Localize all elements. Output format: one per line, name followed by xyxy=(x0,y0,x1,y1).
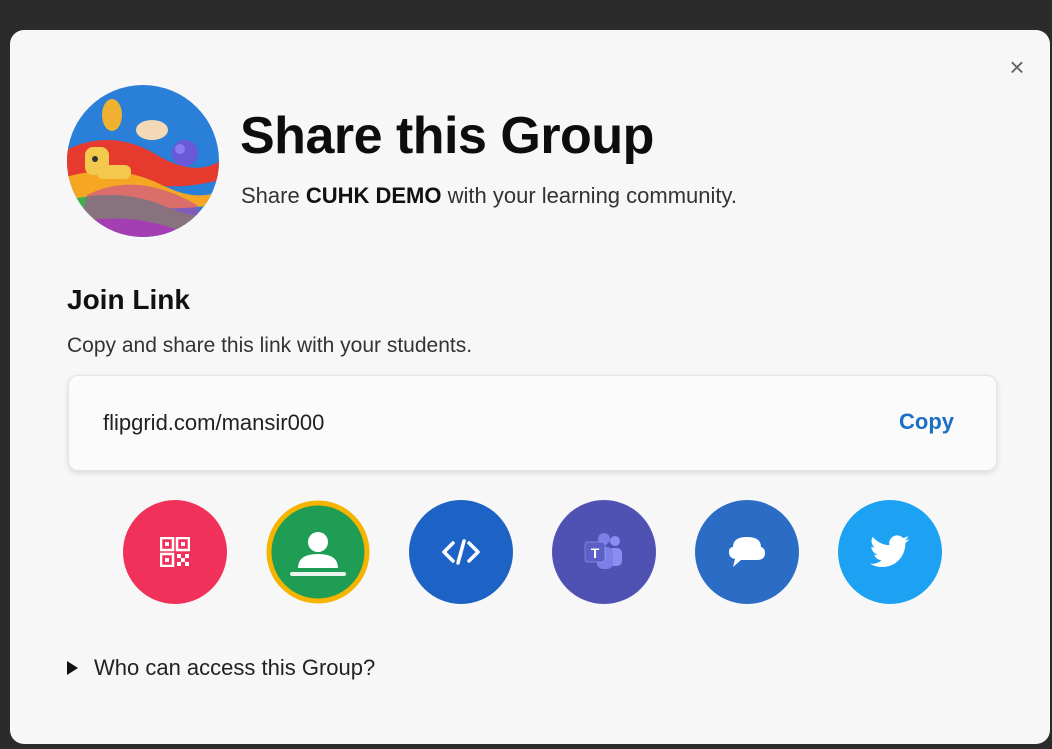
dialog-title: Share this Group xyxy=(240,107,654,165)
close-button[interactable]: × xyxy=(996,46,1038,88)
share-twitter-button[interactable] xyxy=(838,500,942,604)
share-google-classroom-button[interactable] xyxy=(266,500,370,604)
google-classroom-icon xyxy=(266,500,370,604)
access-disclosure-toggle[interactable]: Who can access this Group? xyxy=(67,655,375,681)
svg-text:T: T xyxy=(591,545,600,561)
share-microsoft-teams-button[interactable]: T xyxy=(552,500,656,604)
microsoft-teams-icon: T xyxy=(584,533,622,569)
twitter-icon xyxy=(870,535,910,567)
group-name: CUHK DEMO xyxy=(305,183,442,208)
share-embed-button[interactable] xyxy=(409,500,513,604)
dialog-subtitle: Share CUHK DEMO with your learning commu… xyxy=(241,183,737,209)
copy-button[interactable]: Copy xyxy=(899,409,954,435)
share-qr-code-button[interactable] xyxy=(123,500,227,604)
remind-icon xyxy=(729,537,765,567)
group-avatar xyxy=(67,85,219,237)
join-link-description: Copy and share this link with your stude… xyxy=(67,334,473,357)
join-link-heading: Join Link xyxy=(67,284,190,315)
embed-code-icon xyxy=(442,539,480,565)
subtitle-prefix: Share xyxy=(241,183,306,208)
access-label: Who can access this Group? xyxy=(94,655,376,680)
join-link-field: flipgrid.com/mansir000 Copy xyxy=(68,375,997,471)
join-link-url[interactable]: flipgrid.com/mansir000 xyxy=(103,410,324,436)
subtitle-suffix: with your learning community. xyxy=(441,183,737,208)
close-icon: × xyxy=(1009,51,1025,82)
qr-code-icon xyxy=(160,537,190,567)
share-remind-button[interactable] xyxy=(695,500,799,604)
disclosure-triangle-icon xyxy=(67,661,78,675)
